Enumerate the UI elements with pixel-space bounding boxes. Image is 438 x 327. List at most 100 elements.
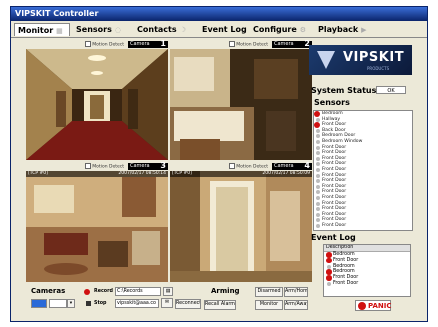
checkbox-icon[interactable] xyxy=(229,163,236,169)
sensor-item-label: Front Door xyxy=(322,150,347,156)
camera-timestamp: [TCP #0] 2007/02/17 08:50:09 xyxy=(170,171,312,177)
event-log-rows: Bedroom Front Door Bedroom Bedroom Front Doo… xyxy=(324,252,410,287)
camera-number: 3 xyxy=(160,161,166,170)
sensor-item-label: Front Door xyxy=(322,183,347,189)
event-log-item[interactable]: Front Door xyxy=(324,281,410,287)
tab-label: Playback xyxy=(318,25,359,34)
arm-away-button[interactable]: Arm/Away xyxy=(284,300,308,310)
system-status-value: OK xyxy=(376,86,406,94)
sensor-icon xyxy=(316,173,320,178)
event-log-item-label: Bedroom xyxy=(333,269,355,275)
living-room-feed-image xyxy=(26,171,168,282)
motion-detect-toggle[interactable]: Motion Detect xyxy=(85,41,124,49)
sensor-icon xyxy=(316,128,320,133)
camera-feed-4[interactable]: [TCP #0] 2007/02/17 08:50:09 xyxy=(170,171,312,282)
tab-label: Contacts xyxy=(137,25,177,34)
arm-home-button[interactable]: Arm/Home xyxy=(284,287,308,297)
motion-detect-label: Motion Detect xyxy=(92,164,124,170)
camera-feed-3[interactable]: [TCP #0] 2007/02/17 08:50:14 xyxy=(26,171,168,282)
panic-button[interactable]: PANIC xyxy=(355,300,392,311)
motion-detect-toggle[interactable]: Motion Detect xyxy=(229,163,268,171)
checkbox-icon[interactable] xyxy=(85,163,92,169)
sensor-item-label: Front Door xyxy=(322,222,347,228)
motion-detect-toggle[interactable]: Motion Detect xyxy=(229,41,268,49)
disarmed-button[interactable]: Disarmed xyxy=(255,287,283,297)
checkbox-icon[interactable] xyxy=(85,41,92,47)
camera-feed-2[interactable] xyxy=(170,49,312,160)
event-icon xyxy=(327,264,331,269)
sensor-list[interactable]: Bedroom Hallway Front Door Back Door Bedroom… xyxy=(313,110,413,231)
vipskit-logo: VIPSKIT PRODUCTS xyxy=(309,45,412,75)
dropdown-arrow-icon[interactable]: ▾ xyxy=(67,299,75,308)
camera-select[interactable] xyxy=(31,299,47,308)
camera-header: Motion Detect Camera 2 xyxy=(170,40,312,49)
event-log-item-label: Bedroom xyxy=(333,263,355,269)
sensor-icon xyxy=(316,201,320,206)
stop-icon[interactable] xyxy=(86,301,91,306)
tab-label: Sensors xyxy=(76,25,112,34)
sensor-item-label: Front Door xyxy=(322,122,347,128)
event-log-item-label: Front Door xyxy=(333,280,359,286)
sensor-item-label: Front Door xyxy=(322,166,347,172)
alarm-icon xyxy=(326,269,332,275)
event-log-list[interactable]: Description Bedroom Front Door Bedroom Bedr… xyxy=(323,244,411,297)
email-field[interactable]: vipsskit@aaa.co xyxy=(115,299,159,308)
sensors-title: Sensors xyxy=(314,98,350,107)
camera-dropdown[interactable] xyxy=(49,299,67,308)
timestamp: 2007/02/17 08:50:14 xyxy=(118,171,166,176)
arming-section-title: Arming xyxy=(211,287,240,295)
camera-timestamp: [TCP #0] 2007/02/17 08:50:14 xyxy=(26,171,168,177)
browse-button[interactable]: ▤ xyxy=(163,287,173,296)
event-log-item-label: Front Door xyxy=(333,257,359,263)
motion-detect-label: Motion Detect xyxy=(92,42,124,48)
stream-id: [TCP #0] xyxy=(28,171,48,176)
record-label: Record xyxy=(94,289,113,294)
camera-name: Camera xyxy=(130,163,150,169)
email-icon[interactable]: ✉ xyxy=(161,298,173,308)
record-icon[interactable] xyxy=(84,289,90,295)
sensor-icon xyxy=(316,190,320,195)
checkbox-icon[interactable] xyxy=(229,41,236,47)
doorway-feed-image xyxy=(170,171,312,282)
camera-label: Camera 4 xyxy=(272,162,312,170)
sensor-icon xyxy=(316,207,320,212)
bedroom-feed-image xyxy=(170,49,312,160)
sensor-icon xyxy=(316,145,320,150)
camera-panel-4: Motion Detect Camera 4 [TCP #0] 2007/02/17… xyxy=(170,162,312,283)
sensor-item-label: Bedroom xyxy=(322,111,343,116)
recall-alarm-button[interactable]: Recall Alarm xyxy=(204,300,236,310)
tab-bar: Monitor ▦ Sensors ◌ Contacts ☽ Event Log Co… xyxy=(11,22,427,38)
tab-event-log[interactable]: Event Log xyxy=(199,23,249,36)
tab-contacts[interactable]: Contacts ☽ xyxy=(134,23,198,36)
camera-number: 1 xyxy=(160,39,166,48)
sensor-icon xyxy=(316,139,320,144)
sensor-icon xyxy=(316,167,320,172)
sensor-icon xyxy=(316,156,320,161)
tab-configure[interactable]: Configure ⚙ xyxy=(250,23,314,36)
tab-label: Event Log xyxy=(202,25,247,34)
record-path-field[interactable]: C:\Records xyxy=(115,287,161,296)
reconnect-button[interactable]: Reconnect xyxy=(175,299,201,309)
tab-monitor[interactable]: Monitor ▦ xyxy=(14,23,70,36)
tab-playback[interactable]: Playback ▶ xyxy=(315,23,369,36)
sensor-item-label: Front Door xyxy=(322,200,347,206)
sensor-item[interactable]: Front Door xyxy=(314,223,412,229)
panic-label: PANIC xyxy=(368,302,392,310)
event-log-item-label: Front Door xyxy=(333,275,359,281)
sensor-icon xyxy=(316,179,320,184)
tab-sensors[interactable]: Sensors ◌ xyxy=(73,23,132,36)
event-log-title: Event Log xyxy=(311,233,356,242)
camera-panel-2: Motion Detect Camera 2 xyxy=(170,40,312,161)
alarm-icon xyxy=(326,257,332,264)
sensor-item-label: Front Door xyxy=(322,194,347,200)
alarm-icon xyxy=(326,275,332,281)
camera-feed-1[interactable] xyxy=(26,49,168,160)
motion-detect-toggle[interactable]: Motion Detect xyxy=(85,163,124,171)
sensor-item-label: Front Door xyxy=(322,189,347,195)
sensor-item-label: Front Door xyxy=(322,217,347,223)
monitor-button[interactable]: Monitor xyxy=(255,300,283,310)
camera-label: Camera 3 xyxy=(128,161,168,170)
stream-id: [TCP #0] xyxy=(172,171,192,176)
sensor-icon xyxy=(316,184,320,189)
motion-detect-label: Motion Detect xyxy=(236,42,268,48)
